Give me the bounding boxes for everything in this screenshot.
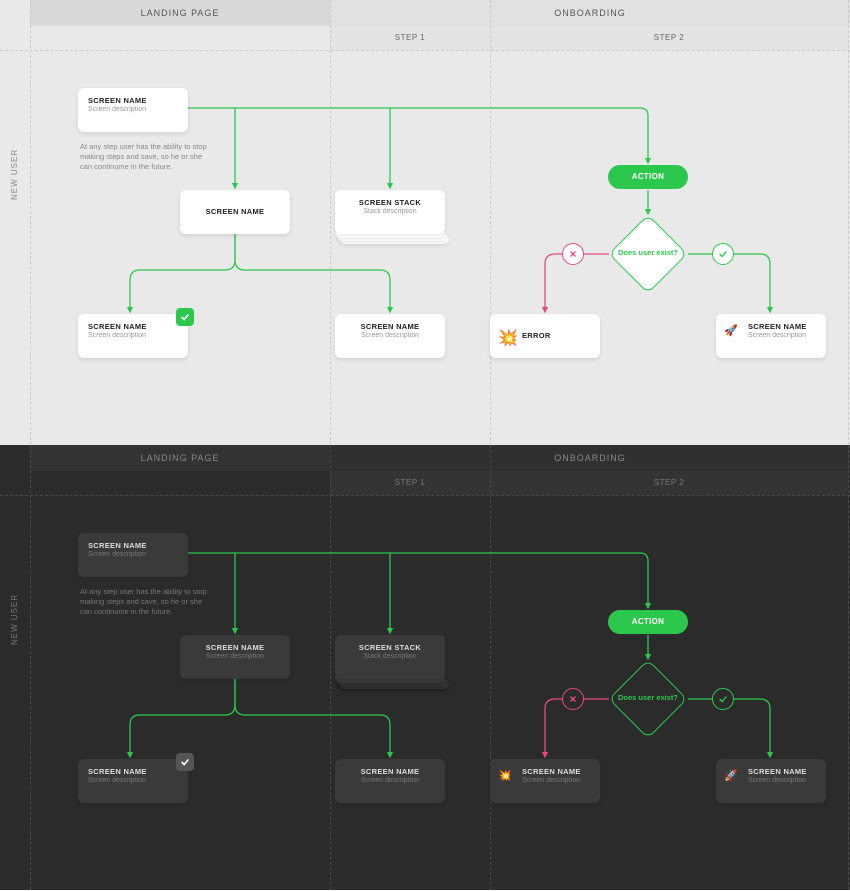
decision-no-icon xyxy=(562,688,584,710)
column-header-onboarding: ONBOARDING xyxy=(330,0,850,26)
card-title: SCREEN NAME xyxy=(88,541,178,550)
card-desc: Screen description xyxy=(748,777,816,784)
checkmark-icon xyxy=(176,753,194,771)
screen-stack[interactable]: SCREEN STACK Stack description xyxy=(335,635,445,679)
card-desc: Screen description xyxy=(88,106,178,113)
decision-diamond[interactable]: Does user exist? xyxy=(608,659,688,739)
card-title: SCREEN NAME xyxy=(190,643,280,652)
checkmark-icon xyxy=(176,308,194,326)
row-label-new-user: NEW USER xyxy=(10,594,19,645)
card-title: SCREEN NAME xyxy=(345,767,435,776)
screen-success[interactable]: 🚀 SCREEN NAME Screen description xyxy=(716,314,826,358)
screen-root[interactable]: SCREEN NAME Screen description xyxy=(78,533,188,577)
rocket-icon: 🚀 xyxy=(724,324,738,338)
decision-no-icon xyxy=(562,243,584,265)
screen-error[interactable]: 💥 SCREEN NAME Screen description xyxy=(490,759,600,803)
column-header-step1: STEP 1 xyxy=(330,26,490,50)
collision-icon: 💥 xyxy=(498,328,512,342)
card-title: SCREEN STACK xyxy=(345,643,435,652)
card-title: SCREEN STACK xyxy=(345,198,435,207)
flowchart-light: LANDING PAGE ONBOARDING STEP 1 STEP 2 NE… xyxy=(0,0,850,445)
card-desc: Screen description xyxy=(748,332,816,339)
card-title: SCREEN NAME xyxy=(522,767,590,776)
card-desc: Stack description xyxy=(345,653,435,660)
collision-icon: 💥 xyxy=(498,769,512,783)
card-desc: Screen description xyxy=(190,653,280,660)
column-header-step1: STEP 1 xyxy=(330,471,490,495)
action-pill[interactable]: ACTION xyxy=(608,165,688,189)
card-desc: Screen description xyxy=(345,332,435,339)
screen-success[interactable]: 🚀 SCREEN NAME Screen description xyxy=(716,759,826,803)
column-header-landing: LANDING PAGE xyxy=(30,445,330,471)
flowchart-dark: LANDING PAGE ONBOARDING STEP 1 STEP 2 NE… xyxy=(0,445,850,890)
decision-diamond[interactable]: Does user exist? xyxy=(608,214,688,294)
card-title: SCREEN NAME xyxy=(748,322,816,331)
screen-stack[interactable]: SCREEN STACK Stack description xyxy=(335,190,445,234)
card-title: SCREEN NAME xyxy=(345,322,435,331)
column-header-step2: STEP 2 xyxy=(490,471,848,495)
decision-yes-icon xyxy=(712,688,734,710)
column-header-onboarding: ONBOARDING xyxy=(330,445,850,471)
card-title: SCREEN NAME xyxy=(88,322,178,331)
note-text: At any step user has the ability to stop… xyxy=(80,142,210,172)
card-title: SCREEN NAME xyxy=(748,767,816,776)
rocket-icon: 🚀 xyxy=(724,769,738,783)
card-title: ERROR xyxy=(522,331,590,340)
screen-root[interactable]: SCREEN NAME Screen description xyxy=(78,88,188,132)
action-pill[interactable]: ACTION xyxy=(608,610,688,634)
card-title: SCREEN NAME xyxy=(88,767,178,776)
screen-mid[interactable]: SCREEN NAME Screen description xyxy=(180,635,290,679)
note-text: At any step user has the ability to stop… xyxy=(80,587,210,617)
column-header-step2: STEP 2 xyxy=(490,26,848,50)
card-title: SCREEN NAME xyxy=(190,207,280,216)
decision-label: Does user exist? xyxy=(608,248,688,257)
card-desc: Screen description xyxy=(345,777,435,784)
screen-error[interactable]: 💥 ERROR xyxy=(490,314,600,358)
screen-leaf-b[interactable]: SCREEN NAME Screen description xyxy=(335,759,445,803)
screen-mid[interactable]: SCREEN NAME xyxy=(180,190,290,234)
column-header-landing: LANDING PAGE xyxy=(30,0,330,26)
card-title: SCREEN NAME xyxy=(88,96,178,105)
decision-yes-icon xyxy=(712,243,734,265)
card-desc: Screen description xyxy=(522,777,590,784)
card-desc: Screen description xyxy=(88,332,178,339)
decision-label: Does user exist? xyxy=(608,693,688,702)
row-label-new-user: NEW USER xyxy=(10,149,19,200)
screen-leaf-b[interactable]: SCREEN NAME Screen description xyxy=(335,314,445,358)
card-desc: Screen description xyxy=(88,551,178,558)
screen-leaf-a[interactable]: SCREEN NAME Screen description xyxy=(78,314,188,358)
screen-leaf-a[interactable]: SCREEN NAME Screen description xyxy=(78,759,188,803)
card-desc: Screen description xyxy=(88,777,178,784)
card-desc: Stack description xyxy=(345,208,435,215)
